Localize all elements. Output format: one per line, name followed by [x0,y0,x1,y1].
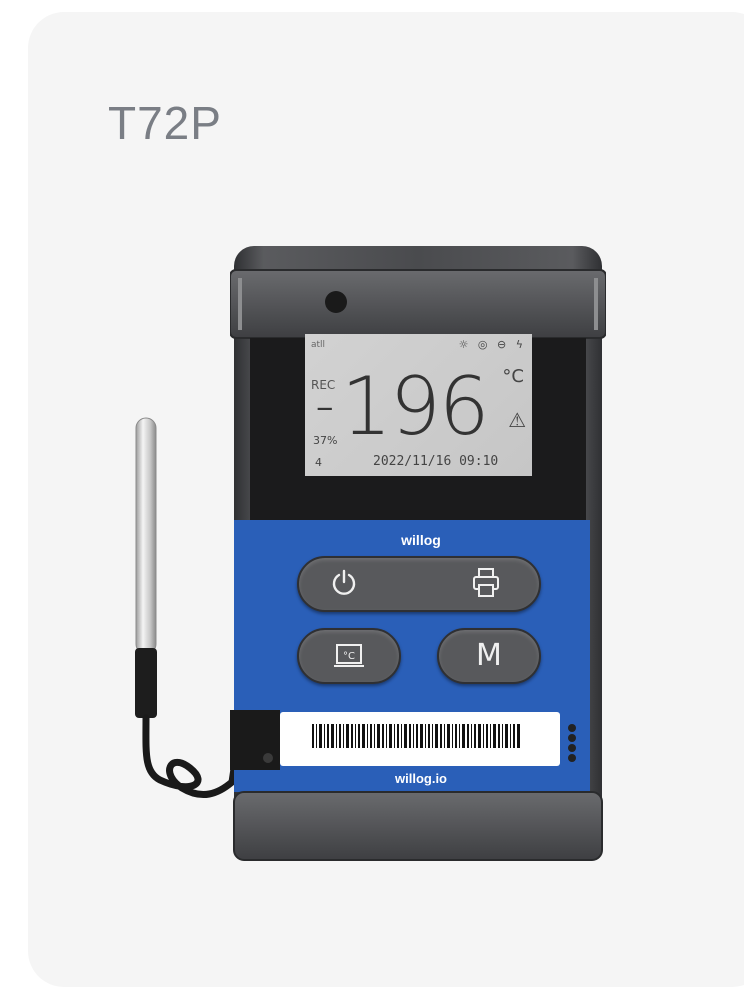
power-print-button[interactable] [297,556,541,612]
battery-percent: 37% [313,434,338,447]
power-icon[interactable] [329,568,359,598]
mode-button[interactable]: M [437,628,541,684]
date-time: 2022/11/16 09:10 [373,454,499,469]
signal-icon: atll [311,340,326,350]
brand-url: willog.io [395,771,447,786]
lcd-screen: atll ☼ ◎ ⊖ ϟ REC - 196 °C ⚠ 37% 4 2022/1… [305,334,532,476]
printer-icon[interactable] [471,567,501,599]
temperature-value: 196 [341,360,490,453]
temperature-unit: °C [502,366,524,387]
temperature-display-button[interactable]: °C [297,628,401,684]
temperature-sign: - [315,374,335,437]
brand-logo: willog [401,532,441,548]
status-icons: ☼ ◎ ⊖ ϟ [458,338,526,351]
data-logger-device [230,246,606,861]
mode-button-label: M [476,638,502,673]
svg-text:°C: °C [343,651,355,662]
warning-icon: ⚠ [508,408,526,432]
record-count: 4 [315,456,322,469]
temperature-screen-icon[interactable]: °C [332,642,366,670]
product-title: T72P [108,97,222,149]
camera-lens-icon [325,291,347,313]
